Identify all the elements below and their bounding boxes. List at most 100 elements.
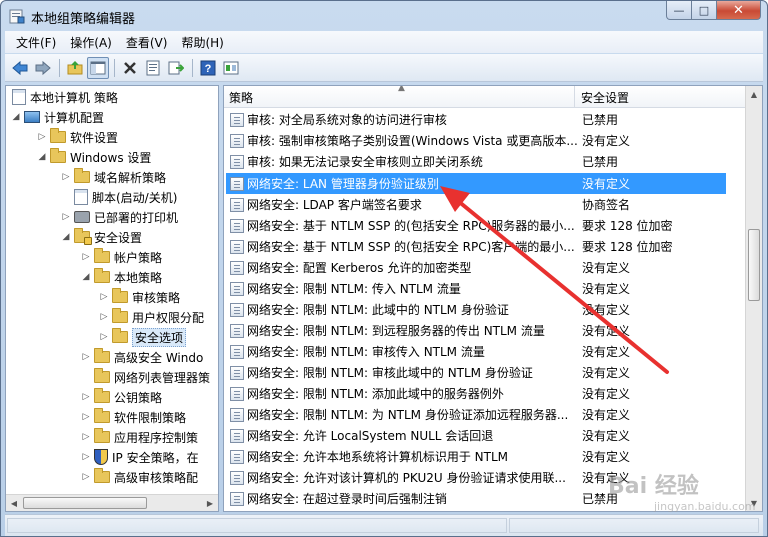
tree-item-advanced-audit[interactable]: ▷ 高级审核策略配 xyxy=(80,467,198,487)
list-vertical-scrollbar[interactable]: ▲ ▼ xyxy=(745,86,762,511)
collapsed-arrow-icon[interactable]: ▷ xyxy=(60,172,72,182)
tree-item-application-control[interactable]: ▷ 应用程序控制策 xyxy=(80,427,198,447)
tree-item-security-settings[interactable]: ◢ 安全设置 xyxy=(60,227,142,247)
policy-row[interactable]: 网络安全: 限制 NTLM: 传入 NTLM 流量 没有定义 xyxy=(226,278,726,299)
minimize-button[interactable]: — xyxy=(666,1,692,20)
scrollbar-thumb[interactable] xyxy=(23,497,147,509)
collapsed-arrow-icon[interactable]: ▷ xyxy=(60,212,72,222)
policy-item-icon xyxy=(230,386,244,401)
security-folder-icon xyxy=(74,228,92,245)
back-button[interactable] xyxy=(9,57,31,79)
expanded-arrow-icon[interactable]: ◢ xyxy=(60,232,72,242)
scrollbar-thumb[interactable] xyxy=(748,229,760,301)
export-list-button[interactable] xyxy=(165,57,187,79)
policy-row[interactable]: 网络安全: 限制 NTLM: 添加此域中的服务器例外 没有定义 xyxy=(226,383,726,404)
tree-item-audit-policy[interactable]: ▷ 审核策略 xyxy=(98,287,180,307)
properties-button[interactable] xyxy=(142,57,164,79)
menu-action[interactable]: 操作(A) xyxy=(63,32,119,53)
menu-file[interactable]: 文件(F) xyxy=(9,32,63,53)
folder-icon xyxy=(94,348,110,363)
close-icon: ✕ xyxy=(733,2,744,18)
column-header-security-setting[interactable]: 安全设置 xyxy=(576,86,744,108)
title-bar[interactable]: 本地组策略编辑器 — □ ✕ xyxy=(1,1,767,31)
collapsed-arrow-icon[interactable]: ▷ xyxy=(80,352,92,362)
policy-row[interactable]: 网络安全: 限制 NTLM: 此域中的 NTLM 身份验证 没有定义 xyxy=(226,299,726,320)
collapsed-arrow-icon[interactable]: ▷ xyxy=(80,252,92,262)
collapsed-arrow-icon[interactable]: ▷ xyxy=(80,412,92,422)
policy-row[interactable]: 网络安全: 基于 NTLM SSP 的(包括安全 RPC)服务器的最小... 要… xyxy=(226,215,726,236)
tree-item-scripts[interactable]: 脚本(启动/关机) xyxy=(72,187,177,207)
policy-row[interactable]: 网络安全: LDAP 客户端签名要求 协商签名 xyxy=(226,194,726,215)
policy-row[interactable]: 网络安全: 配置 Kerberos 允许的加密类型 没有定义 xyxy=(226,257,726,278)
policy-row[interactable]: 审核: 强制审核策略子类别设置(Windows Vista 或更高版本... 没… xyxy=(226,130,726,151)
toolbar-separator xyxy=(114,58,115,77)
tree-item-advanced-security-firewall[interactable]: ▷ 高级安全 Windo xyxy=(80,347,203,367)
tree-item-software-settings[interactable]: ▷ 软件设置 xyxy=(36,127,118,147)
menu-view[interactable]: 查看(V) xyxy=(119,32,175,53)
collapsed-arrow-icon[interactable]: ▷ xyxy=(98,292,110,302)
policy-row[interactable]: 审核: 对全局系统对象的访问进行审核 已禁用 xyxy=(226,109,726,130)
up-one-level-button[interactable] xyxy=(64,57,86,79)
printer-icon xyxy=(74,211,90,223)
delete-button[interactable] xyxy=(119,57,141,79)
scroll-left-icon[interactable]: ◀ xyxy=(6,495,22,511)
caption-buttons: — □ ✕ xyxy=(666,1,761,20)
forward-button[interactable] xyxy=(32,57,54,79)
tree-horizontal-scrollbar[interactable]: ◀ ▶ xyxy=(6,494,218,511)
collapsed-arrow-icon[interactable]: ▷ xyxy=(80,392,92,402)
tree-item-deployed-printers[interactable]: ▷ 已部署的打印机 xyxy=(60,207,178,227)
tree-item-windows-settings[interactable]: ◢ Windows 设置 xyxy=(36,147,151,167)
tree-item-label: 高级审核策略配 xyxy=(114,470,199,485)
tree-item-security-options[interactable]: ▷ 安全选项 xyxy=(98,327,187,347)
show-hide-console-tree-button[interactable] xyxy=(87,56,109,79)
policy-row[interactable]: 网络安全: 限制 NTLM: 到远程服务器的传出 NTLM 流量 没有定义 xyxy=(226,320,726,341)
policy-setting: 没有定义 xyxy=(582,429,631,443)
policy-row-selected[interactable]: 网络安全: LAN 管理器身份验证级别 没有定义 xyxy=(226,173,726,194)
collapsed-arrow-icon[interactable]: ▷ xyxy=(36,132,48,142)
expanded-arrow-icon[interactable]: ◢ xyxy=(10,112,22,122)
tree-item-computer-config[interactable]: ◢ 计算机配置 xyxy=(10,107,104,127)
close-button[interactable]: ✕ xyxy=(717,1,761,20)
tree-item-label: 软件设置 xyxy=(70,130,119,145)
forward-icon xyxy=(35,60,51,75)
folder-icon xyxy=(112,308,128,323)
menu-help[interactable]: 帮助(H) xyxy=(174,32,230,53)
policy-row[interactable]: 网络安全: 允许 LocalSystem NULL 会话回退 没有定义 xyxy=(226,425,726,446)
tree-item-root[interactable]: 本地计算机 策略 xyxy=(10,87,118,107)
view-button[interactable] xyxy=(220,57,242,79)
tree-item-ip-security[interactable]: ▷ IP 安全策略，在 xyxy=(80,447,199,467)
tree-item-name-resolution-policy[interactable]: ▷ 域名解析策略 xyxy=(60,167,166,187)
folder-icon xyxy=(94,468,110,483)
policy-item-icon xyxy=(230,133,244,148)
collapsed-arrow-icon[interactable]: ▷ xyxy=(80,472,92,482)
policy-row[interactable]: 网络安全: 限制 NTLM: 为 NTLM 身份验证添加远程服务器... 没有定… xyxy=(226,404,726,425)
help-button[interactable]: ? xyxy=(197,57,219,79)
tree-item-user-rights-assignment[interactable]: ▷ 用户权限分配 xyxy=(98,307,204,327)
policy-document-icon xyxy=(12,89,26,105)
policy-row[interactable]: 网络安全: 允许本地系统将计算机标识用于 NTLM 没有定义 xyxy=(226,446,726,467)
collapsed-arrow-icon[interactable]: ▷ xyxy=(98,312,110,322)
tree-item-label: 网络列表管理器策 xyxy=(114,370,211,385)
scroll-up-icon[interactable]: ▲ xyxy=(746,86,762,102)
maximize-button[interactable]: □ xyxy=(692,1,717,20)
expanded-arrow-icon[interactable]: ◢ xyxy=(80,272,92,282)
tree-item-label: 本地策略 xyxy=(114,270,163,285)
expanded-arrow-icon[interactable]: ◢ xyxy=(36,152,48,162)
collapsed-arrow-icon[interactable]: ▷ xyxy=(98,332,110,342)
collapsed-arrow-icon[interactable]: ▷ xyxy=(80,432,92,442)
tree-item-software-restriction[interactable]: ▷ 软件限制策略 xyxy=(80,407,186,427)
policy-name: 网络安全: 基于 NTLM SSP 的(包括安全 RPC)客户端的最小... xyxy=(247,240,575,254)
tree-item-public-key-policies[interactable]: ▷ 公钥策略 xyxy=(80,387,162,407)
scroll-right-icon[interactable]: ▶ xyxy=(202,495,218,511)
column-header-policy[interactable]: 策略 ▲ xyxy=(224,86,575,108)
policy-row[interactable]: 网络安全: 限制 NTLM: 审核此域中的 NTLM 身份验证 没有定义 xyxy=(226,362,726,383)
collapsed-arrow-icon[interactable]: ▷ xyxy=(80,452,92,462)
policy-name: 网络安全: LDAP 客户端签名要求 xyxy=(247,198,422,212)
tree-item-account-policies[interactable]: ▷ 帐户策略 xyxy=(80,247,162,267)
tree-item-local-policies[interactable]: ◢ 本地策略 xyxy=(80,267,162,287)
tree-item-network-list-manager[interactable]: 网络列表管理器策 xyxy=(92,367,210,387)
policy-item-icon xyxy=(230,197,244,212)
policy-row[interactable]: 审核: 如果无法记录安全审核则立即关闭系统 已禁用 xyxy=(226,151,726,172)
policy-row[interactable]: 网络安全: 限制 NTLM: 审核传入 NTLM 流量 没有定义 xyxy=(226,341,726,362)
policy-row[interactable]: 网络安全: 基于 NTLM SSP 的(包括安全 RPC)客户端的最小... 要… xyxy=(226,236,726,257)
